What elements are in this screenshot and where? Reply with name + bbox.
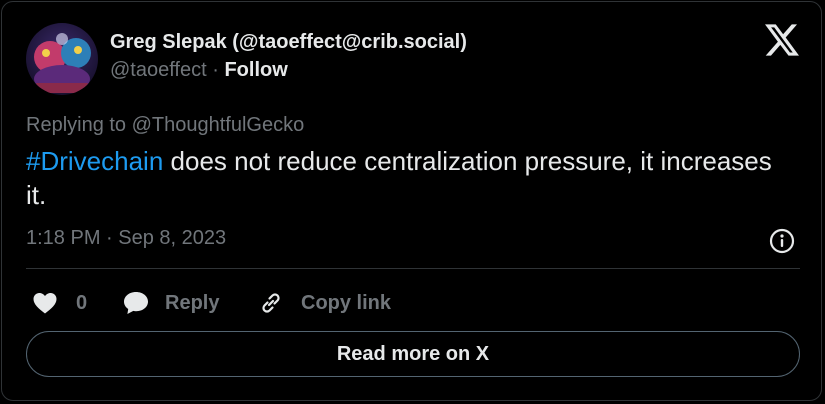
hashtag-link[interactable]: #Drivechain <box>26 146 163 176</box>
x-logo-icon[interactable] <box>765 24 799 56</box>
reply-label: Reply <box>165 291 220 314</box>
author-handle-line: @taoeffect · Follow <box>110 59 288 82</box>
heart-icon <box>32 291 58 315</box>
follow-link[interactable]: Follow <box>224 59 287 81</box>
tweet-card: Greg Slepak (@taoeffect@crib.social) @ta… <box>1 1 822 401</box>
like-count: 0 <box>76 291 88 314</box>
speech-bubble-icon <box>122 290 150 316</box>
author-handle[interactable]: @taoeffect <box>110 59 207 81</box>
like-button[interactable]: 0 <box>32 288 87 318</box>
tweet-text: #Drivechain does not reduce centralizati… <box>26 144 786 212</box>
timestamp[interactable]: 1:18 PM · Sep 8, 2023 <box>26 227 226 250</box>
read-more-label: Read more on X <box>336 342 490 365</box>
divider <box>26 268 800 269</box>
replying-to[interactable]: Replying to @ThoughtfulGecko <box>26 114 304 137</box>
copy-link-label: Copy link <box>301 291 392 314</box>
author-display-name[interactable]: Greg Slepak (@taoeffect@crib.social) <box>110 31 467 54</box>
read-more-button[interactable]: Read more on X <box>26 331 800 377</box>
avatar[interactable] <box>26 23 98 95</box>
copy-link-button[interactable]: Copy link <box>258 288 391 318</box>
info-icon[interactable] <box>768 227 796 255</box>
separator-dot: · <box>206 59 225 81</box>
link-icon <box>258 290 284 316</box>
reply-button[interactable]: Reply <box>122 288 219 318</box>
